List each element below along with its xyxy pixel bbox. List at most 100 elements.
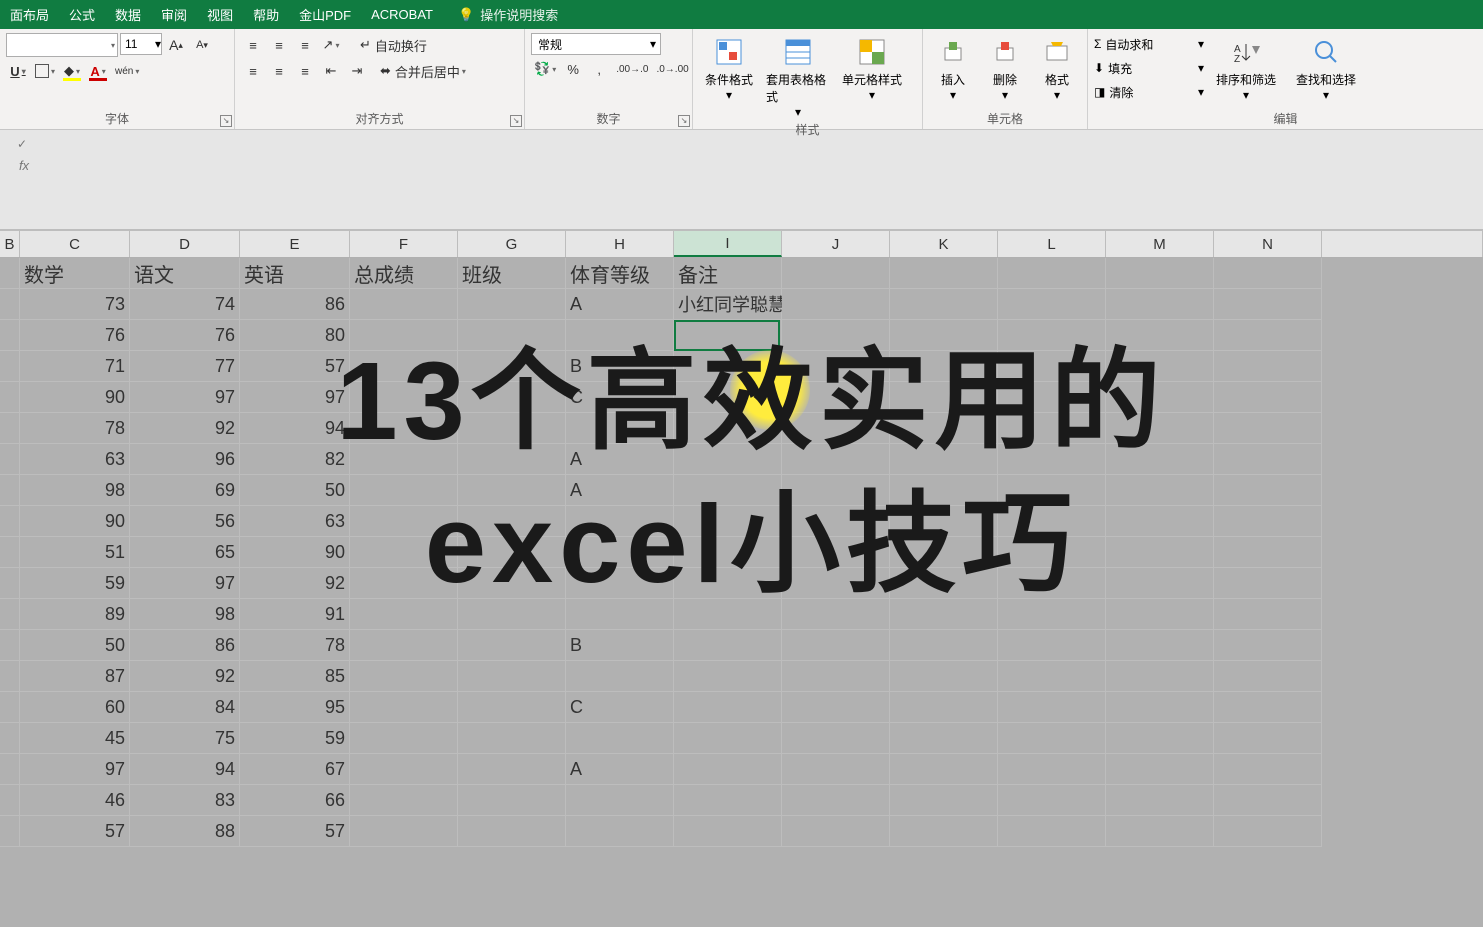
cell[interactable] — [1214, 475, 1322, 506]
cell[interactable] — [890, 785, 998, 816]
cell[interactable] — [674, 785, 782, 816]
format-button[interactable]: 格式▾ — [1033, 33, 1081, 105]
find-select-button[interactable]: 查找和选择▾ — [1288, 33, 1364, 105]
header-cell[interactable] — [782, 258, 890, 289]
number-dialog-launcher[interactable]: ↘ — [678, 115, 690, 127]
cell[interactable]: 56 — [130, 506, 240, 537]
cell[interactable] — [782, 444, 890, 475]
column-header-N[interactable]: N — [1214, 230, 1322, 257]
cell[interactable]: 94 — [130, 754, 240, 785]
cell[interactable]: 57 — [240, 816, 350, 847]
cell[interactable] — [458, 785, 566, 816]
formula-input[interactable] — [44, 130, 1483, 229]
header-cell[interactable]: 语文 — [130, 258, 240, 289]
increase-font-button[interactable]: A▴ — [164, 33, 188, 57]
cell[interactable] — [782, 382, 890, 413]
cell[interactable]: 90 — [240, 537, 350, 568]
cell[interactable] — [782, 506, 890, 537]
header-cell[interactable] — [998, 258, 1106, 289]
cell[interactable] — [782, 351, 890, 382]
tab-formulas[interactable]: 公式 — [59, 0, 105, 29]
column-header-B[interactable]: B — [0, 230, 20, 257]
cell[interactable] — [674, 692, 782, 723]
tab-review[interactable]: 审阅 — [151, 0, 197, 29]
delete-button[interactable]: 删除▾ — [981, 33, 1029, 105]
cell[interactable] — [458, 661, 566, 692]
cell[interactable] — [566, 568, 674, 599]
cell[interactable] — [1214, 444, 1322, 475]
cell[interactable] — [1214, 506, 1322, 537]
cell[interactable] — [782, 537, 890, 568]
cell[interactable] — [890, 630, 998, 661]
cell[interactable] — [998, 754, 1106, 785]
cell[interactable] — [1214, 289, 1322, 320]
cell[interactable] — [998, 382, 1106, 413]
format-table-button[interactable]: 套用表格格式▾ — [763, 33, 833, 122]
cell[interactable] — [1214, 754, 1322, 785]
cell[interactable]: 77 — [130, 351, 240, 382]
cell[interactable] — [890, 816, 998, 847]
cell[interactable] — [998, 351, 1106, 382]
cell[interactable] — [998, 630, 1106, 661]
tab-view[interactable]: 视图 — [197, 0, 243, 29]
cell[interactable] — [1214, 816, 1322, 847]
cell[interactable] — [566, 413, 674, 444]
tab-acrobat[interactable]: ACROBAT — [361, 0, 443, 29]
cell[interactable] — [998, 320, 1106, 351]
decrease-font-button[interactable]: A▾ — [190, 33, 214, 57]
cell[interactable]: 63 — [240, 506, 350, 537]
cell[interactable] — [674, 599, 782, 630]
cell[interactable] — [566, 599, 674, 630]
cell[interactable] — [350, 754, 458, 785]
cell[interactable]: 67 — [240, 754, 350, 785]
insert-button[interactable]: 插入▾ — [929, 33, 977, 105]
column-header-I[interactable]: I — [674, 230, 782, 257]
cell[interactable] — [782, 289, 890, 320]
cell[interactable]: 69 — [130, 475, 240, 506]
cell[interactable]: 94 — [240, 413, 350, 444]
tab-wps-pdf[interactable]: 金山PDF — [289, 0, 361, 29]
cell[interactable] — [674, 475, 782, 506]
cell[interactable] — [1106, 630, 1214, 661]
cell[interactable] — [0, 723, 20, 754]
increase-indent-button[interactable]: ⇥ — [345, 59, 369, 83]
cell[interactable]: 90 — [20, 506, 130, 537]
cell[interactable] — [350, 661, 458, 692]
cell[interactable] — [1214, 661, 1322, 692]
cell[interactable] — [998, 475, 1106, 506]
cell[interactable] — [890, 444, 998, 475]
cell[interactable] — [350, 692, 458, 723]
cell[interactable] — [1214, 785, 1322, 816]
cell[interactable]: 95 — [240, 692, 350, 723]
cell[interactable]: 98 — [130, 599, 240, 630]
cell[interactable] — [890, 754, 998, 785]
cell[interactable] — [782, 754, 890, 785]
cell[interactable]: 86 — [240, 289, 350, 320]
cell[interactable]: 小红同学聪慧好学，可就是有一点内向，不喜欢与人交流 — [674, 289, 782, 320]
cell[interactable] — [890, 692, 998, 723]
fill-button[interactable]: ⬇填充▾ — [1094, 57, 1204, 79]
cell[interactable]: 97 — [240, 382, 350, 413]
cell[interactable] — [566, 320, 674, 351]
cell[interactable] — [350, 568, 458, 599]
cell[interactable] — [350, 413, 458, 444]
borders-button[interactable]: ▾ — [32, 59, 58, 83]
cell[interactable]: 50 — [20, 630, 130, 661]
cell[interactable] — [998, 413, 1106, 444]
align-right-button[interactable]: ≡ — [293, 59, 317, 83]
font-name-dropdown[interactable]: ▾ — [6, 33, 118, 57]
header-cell[interactable]: 英语 — [240, 258, 350, 289]
cell[interactable] — [1106, 754, 1214, 785]
cell[interactable] — [890, 351, 998, 382]
cell[interactable]: 83 — [130, 785, 240, 816]
align-bottom-button[interactable]: ≡ — [293, 33, 317, 57]
cell[interactable] — [1214, 382, 1322, 413]
cell[interactable] — [458, 289, 566, 320]
cell[interactable]: 63 — [20, 444, 130, 475]
cell[interactable] — [0, 692, 20, 723]
cell[interactable] — [1106, 413, 1214, 444]
cell[interactable] — [0, 444, 20, 475]
header-cell[interactable] — [1214, 258, 1322, 289]
cell[interactable] — [1214, 568, 1322, 599]
cell[interactable]: 88 — [130, 816, 240, 847]
